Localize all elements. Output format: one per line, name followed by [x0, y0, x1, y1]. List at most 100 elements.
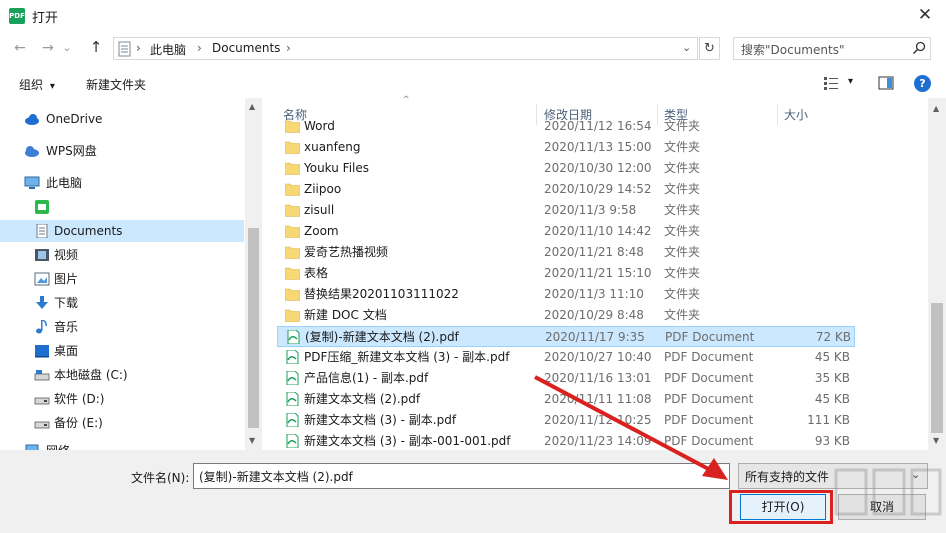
file-type: 文件夹 [664, 203, 701, 217]
pdf-file-icon [286, 434, 299, 448]
sidebar-item-label: 音乐 [54, 320, 79, 334]
file-date: 2020/10/30 12:00 [544, 161, 652, 175]
file-row[interactable]: 爱奇艺热播视频 2020/11/21 8:48 文件夹 [277, 242, 855, 263]
file-name: PDF压缩_新建文本文档 (3) - 副本.pdf [304, 350, 510, 364]
sidebar-item-this-pc[interactable]: 此电脑 [0, 172, 244, 194]
sidebar-item-desktop[interactable]: 桌面 [0, 340, 244, 362]
pdf-file-icon [287, 330, 300, 344]
sidebar-item-music[interactable]: 音乐 [0, 316, 244, 338]
cloud-icon [25, 146, 39, 157]
sidebar-item-network[interactable]: 网络 [0, 440, 244, 450]
scroll-up-arrow[interactable]: ▲ [933, 104, 939, 113]
breadcrumb-documents[interactable]: Documents [212, 41, 280, 55]
search-input[interactable]: 搜索"Documents" [733, 37, 931, 60]
file-date: 2020/11/12 16:54 [544, 119, 652, 133]
filename-value: (复制)-新建文本文档 (2).pdf [199, 470, 353, 484]
drive-icon [34, 421, 50, 429]
file-size: 45 KB [814, 350, 850, 364]
forward-button[interactable]: → [38, 38, 58, 58]
watermark-logo [834, 468, 942, 516]
file-type: 文件夹 [664, 308, 701, 322]
file-row[interactable]: (复制)-新建文本文档 (2).pdf 2020/11/17 9:35 PDF Do… [277, 326, 855, 347]
file-name: Zoom [304, 224, 339, 238]
new-folder-button[interactable]: 新建文件夹 [86, 76, 146, 93]
path-separator: › [286, 41, 291, 55]
scroll-up-arrow[interactable]: ▲ [249, 102, 255, 111]
breadcrumb-this-pc[interactable]: 此电脑 [150, 41, 186, 58]
folder-icon [285, 204, 300, 217]
file-date: 2020/11/21 15:10 [544, 266, 652, 280]
pdf-file-icon [286, 392, 299, 406]
file-row[interactable]: Zoom 2020/11/10 14:42 文件夹 [277, 221, 855, 242]
sidebar-scrollbar[interactable]: ▲ ▼ [245, 98, 262, 450]
folder-icon [285, 120, 300, 133]
folder-icon [285, 225, 300, 238]
file-row[interactable]: 替换结果20201103111022 2020/11/3 11:10 文件夹 [277, 284, 855, 305]
view-dropdown-icon[interactable]: ▾ [848, 76, 853, 87]
file-name: 爱奇艺热播视频 [304, 245, 389, 259]
file-type: 文件夹 [664, 119, 701, 133]
file-type: 文件夹 [664, 161, 701, 175]
file-date: 2020/11/21 8:48 [544, 245, 644, 259]
recent-locations-dropdown[interactable]: ⌄ [60, 38, 74, 58]
document-icon [36, 224, 48, 238]
sidebar-item-pictures[interactable]: 图片 [0, 268, 244, 290]
file-name: 新建文本文档 (2).pdf [304, 392, 421, 406]
scroll-down-arrow[interactable]: ▼ [249, 436, 255, 445]
file-name: 新建 DOC 文档 [304, 308, 387, 322]
sidebar-item-drive-d[interactable]: 软件 (D:) [0, 388, 244, 410]
sidebar-item-drive-e[interactable]: 备份 (E:) [0, 412, 244, 434]
sidebar-item-label: 桌面 [54, 344, 79, 358]
sidebar-item-downloads[interactable]: 下载 [0, 292, 244, 314]
sidebar-item-wps-cloud[interactable]: WPS网盘 [0, 140, 244, 162]
search-icon [912, 41, 926, 55]
computer-icon [24, 176, 40, 189]
sidebar-item-label: 备份 (E:) [54, 416, 103, 430]
file-row[interactable]: Youku Files 2020/10/30 12:00 文件夹 [277, 158, 855, 179]
scroll-down-arrow[interactable]: ▼ [933, 436, 939, 445]
file-size: 35 KB [814, 371, 850, 385]
file-row[interactable]: zisull 2020/11/3 9:58 文件夹 [277, 200, 855, 221]
refresh-button[interactable]: ↻ [699, 37, 720, 60]
folder-icon [285, 162, 300, 175]
sidebar-item-drive-c[interactable]: 本地磁盘 (C:) [0, 364, 244, 386]
pdf-file-icon [286, 371, 299, 385]
scroll-thumb[interactable] [931, 303, 943, 433]
view-options-icon[interactable] [823, 76, 839, 90]
organize-menu[interactable]: 组织 ▾ [19, 76, 55, 93]
file-row[interactable]: 新建 DOC 文档 2020/10/29 8:48 文件夹 [277, 305, 855, 326]
pdf-file-icon [286, 350, 299, 364]
sidebar-item-app[interactable] [0, 196, 244, 218]
file-size: 111 KB [807, 413, 850, 427]
folder-icon [285, 288, 300, 301]
scroll-thumb[interactable] [248, 228, 259, 428]
search-placeholder: 搜索"Documents" [741, 43, 845, 57]
folder-path-icon [118, 41, 131, 57]
file-date: 2020/11/13 15:00 [544, 140, 652, 154]
preview-pane-icon[interactable] [878, 76, 894, 90]
back-button[interactable]: ← [10, 38, 30, 58]
file-list-scrollbar[interactable]: ▲ ▼ [928, 98, 946, 450]
music-icon [36, 320, 47, 334]
file-name: Youku Files [304, 161, 370, 175]
file-row[interactable]: Word 2020/11/12 16:54 文件夹 [277, 118, 855, 137]
file-row[interactable]: 表格 2020/11/21 15:10 文件夹 [277, 263, 855, 284]
file-date: 2020/10/27 10:40 [544, 350, 652, 364]
video-icon [35, 249, 49, 261]
address-bar[interactable]: › 此电脑 › Documents › ⌄ [113, 37, 698, 60]
up-button[interactable]: ↑ [86, 37, 106, 57]
path-separator: › [136, 41, 141, 55]
file-row[interactable]: Ziipoo 2020/10/29 14:52 文件夹 [277, 179, 855, 200]
file-name: xuanfeng [304, 140, 361, 154]
address-dropdown[interactable]: ⌄ [682, 41, 691, 54]
sidebar-item-label: 视频 [54, 248, 79, 262]
help-icon[interactable]: ? [914, 75, 931, 92]
close-button[interactable]: ✕ [908, 2, 942, 28]
sidebar-item-onedrive[interactable]: OneDrive [0, 108, 244, 130]
sidebar-item-videos[interactable]: 视频 [0, 244, 244, 266]
file-name: zisull [304, 203, 335, 217]
sidebar-item-documents[interactable]: Documents [0, 220, 244, 242]
file-row[interactable]: xuanfeng 2020/11/13 15:00 文件夹 [277, 137, 855, 158]
file-row[interactable]: PDF压缩_新建文本文档 (3) - 副本.pdf 2020/10/27 10:4… [277, 347, 855, 368]
folder-icon [285, 246, 300, 259]
